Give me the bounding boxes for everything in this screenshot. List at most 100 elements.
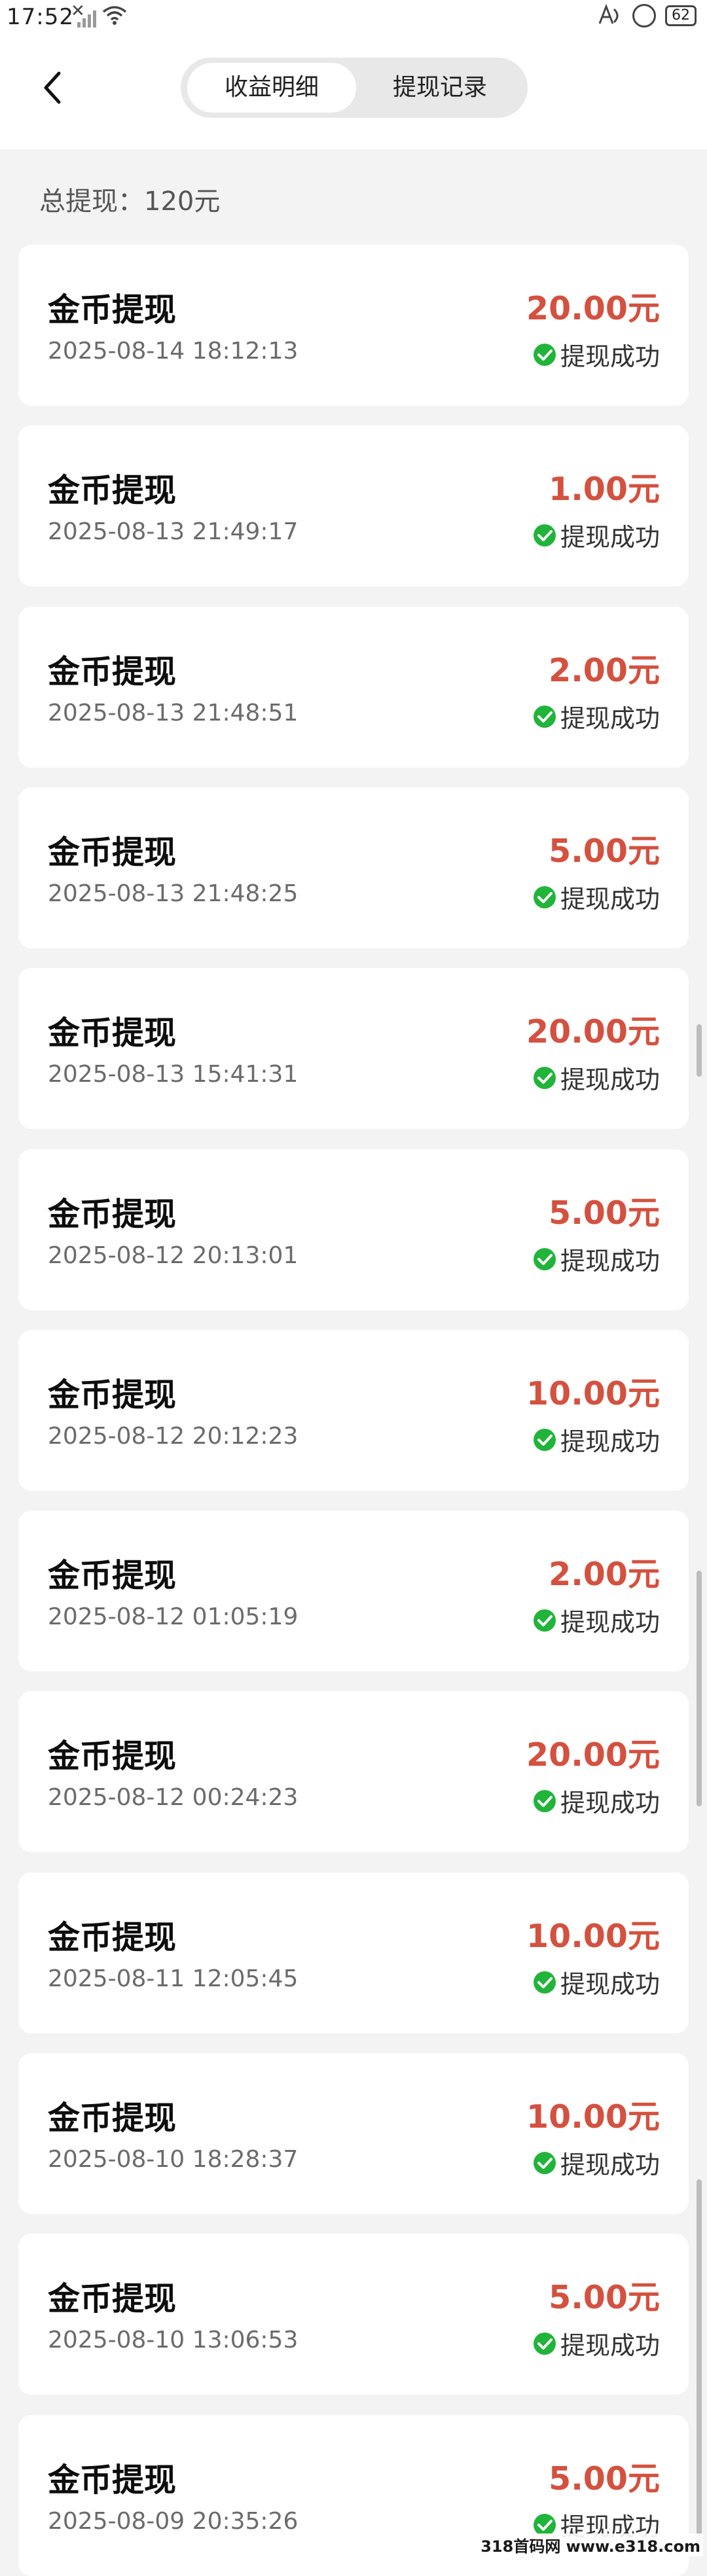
record-status-label: 提现成功 [560, 342, 660, 371]
record-title: 金币提现 [48, 1014, 177, 1052]
record-status: 提现成功 [532, 517, 660, 553]
record-status-label: 提现成功 [560, 885, 660, 914]
record-status-label: 提现成功 [560, 1789, 660, 1817]
record-status: 提现成功 [532, 879, 660, 915]
wechat-success-icon [533, 1428, 556, 1451]
record-title: 金币提现 [48, 2100, 177, 2137]
record-amount: 1.00元 [549, 471, 660, 508]
top-bar: 17:52 ✕ 62 收益明细 提现记录 [0, 0, 707, 149]
tab-switcher: 收益明细 提现记录 [181, 58, 528, 118]
record-amount: 5.00元 [549, 1194, 660, 1232]
record-time: 2025-08-13 21:49:17 [48, 518, 299, 545]
record-time: 2025-08-12 01:05:19 [48, 1603, 299, 1630]
record-status-label: 提现成功 [560, 1608, 660, 1637]
record-status: 提现成功 [532, 2145, 660, 2181]
status-time: 17:52 [7, 4, 74, 30]
record-amount: 5.00元 [549, 832, 660, 870]
withdraw-record-card[interactable]: 金币提现 2025-08-10 13:06:53 5.00元提现成功 [18, 2234, 689, 2395]
withdraw-record-card[interactable]: 金币提现 2025-08-13 15:41:31 20.00元提现成功 [18, 968, 689, 1129]
record-time: 2025-08-12 20:13:01 [48, 1242, 299, 1269]
record-status: 提现成功 [532, 1241, 660, 1277]
record-status-label: 提现成功 [560, 1427, 660, 1456]
record-amount: 10.00元 [526, 2098, 660, 2136]
record-time: 2025-08-10 18:28:37 [48, 2146, 299, 2173]
wechat-success-icon [533, 2151, 556, 2174]
record-status-label: 提现成功 [560, 1065, 660, 1094]
record-title: 金币提现 [48, 834, 177, 871]
withdraw-record-card[interactable]: 金币提现 2025-08-12 20:12:23 10.00元提现成功 [18, 1330, 689, 1491]
record-amount: 10.00元 [526, 1918, 660, 1955]
record-time: 2025-08-13 21:48:51 [48, 700, 299, 726]
record-title: 金币提现 [48, 2280, 177, 2317]
scroll-marker [697, 2179, 702, 2546]
record-title: 金币提现 [48, 472, 177, 509]
record-status: 提现成功 [532, 1783, 660, 1819]
record-title: 金币提现 [48, 1738, 177, 1775]
record-amount: 20.00元 [526, 1013, 660, 1050]
wechat-success-icon [533, 1247, 556, 1270]
wechat-success-icon [533, 705, 556, 728]
total-withdrawn: 总提现：120元 [39, 187, 221, 217]
record-status: 提现成功 [532, 1602, 660, 1638]
record-title: 金币提现 [48, 1196, 177, 1233]
record-amount: 10.00元 [526, 1375, 660, 1412]
record-title: 金币提现 [48, 291, 177, 329]
record-status: 提现成功 [532, 336, 660, 372]
battery-level: 62 [672, 7, 690, 24]
withdraw-record-card[interactable]: 金币提现 2025-08-13 21:48:25 5.00元提现成功 [18, 787, 689, 948]
record-time: 2025-08-11 12:05:45 [48, 1965, 299, 1992]
wechat-success-icon [533, 1066, 556, 1089]
wechat-success-icon [533, 343, 556, 366]
withdraw-record-card[interactable]: 金币提现 2025-08-12 20:13:01 5.00元提现成功 [18, 1149, 689, 1310]
battery-icon: 62 [665, 5, 697, 26]
record-time: 2025-08-12 00:24:23 [48, 1784, 299, 1811]
record-status-label: 提现成功 [560, 1247, 660, 1276]
record-amount: 5.00元 [549, 2279, 660, 2316]
withdraw-record-card[interactable]: 金币提现 2025-08-13 21:49:17 1.00元提现成功 [18, 425, 689, 586]
wechat-success-icon [533, 885, 556, 908]
vpn-icon [598, 4, 619, 24]
tab-earnings-detail[interactable]: 收益明细 [187, 63, 356, 113]
back-arrow-icon[interactable] [39, 68, 65, 107]
watermark: 318首码网 www.e318.com [478, 2533, 703, 2556]
record-time: 2025-08-13 15:41:31 [48, 1061, 299, 1088]
record-time: 2025-08-14 18:12:13 [48, 338, 299, 365]
withdraw-record-card[interactable]: 金币提现 2025-08-12 00:24:23 20.00元提现成功 [18, 1691, 689, 1852]
record-status-label: 提现成功 [560, 704, 660, 733]
record-time: 2025-08-09 20:35:26 [48, 2508, 299, 2535]
record-amount: 20.00元 [526, 290, 660, 327]
record-amount: 20.00元 [526, 1736, 660, 1774]
scroll-marker [697, 1571, 702, 1806]
withdraw-record-card[interactable]: 金币提现 2025-08-11 12:05:45 10.00元提现成功 [18, 1872, 689, 2033]
record-status: 提现成功 [532, 698, 660, 734]
record-status-label: 提现成功 [560, 1970, 660, 1999]
record-status-label: 提现成功 [560, 2151, 660, 2179]
record-amount: 2.00元 [549, 652, 660, 689]
alarm-icon [632, 4, 656, 27]
record-amount: 5.00元 [549, 2460, 660, 2497]
tab-withdraw-records[interactable]: 提现记录 [359, 63, 521, 113]
record-time: 2025-08-13 21:48:25 [48, 880, 299, 907]
withdraw-record-card[interactable]: 金币提现 2025-08-12 01:05:19 2.00元 提现成功 [18, 1511, 689, 1672]
record-title: 金币提现 [48, 1919, 177, 1956]
record-time: 2025-08-12 20:12:23 [48, 1423, 299, 1450]
withdraw-record-card[interactable]: 金币提现 2025-08-13 21:48:51 2.00元提现成功 [18, 607, 689, 768]
wechat-success-icon [533, 1789, 556, 1812]
record-status-label: 提现成功 [560, 523, 660, 552]
wechat-success-icon [533, 1971, 556, 1994]
record-time: 2025-08-10 13:06:53 [48, 2327, 299, 2353]
record-title: 金币提现 [48, 2461, 177, 2499]
scroll-marker [697, 1024, 702, 1077]
withdraw-record-card[interactable]: 金币提现 2025-08-14 18:12:13 20.00元提现成功 [18, 245, 689, 406]
status-bar: 17:52 ✕ 62 [0, 0, 707, 37]
signal-icon [77, 10, 96, 27]
record-status: 提现成功 [532, 1422, 660, 1458]
wechat-success-icon [533, 524, 556, 546]
withdraw-record-card[interactable]: 金币提现 2025-08-10 18:28:37 10.00元提现成功 [18, 2053, 689, 2214]
record-title: 金币提现 [48, 653, 177, 690]
wifi-icon [102, 6, 127, 25]
record-amount: 2.00元 [549, 1556, 660, 1593]
wechat-success-icon [533, 1609, 556, 1632]
record-title: 金币提现 [48, 1376, 177, 1414]
record-status-label: 提现成功 [560, 2331, 660, 2360]
